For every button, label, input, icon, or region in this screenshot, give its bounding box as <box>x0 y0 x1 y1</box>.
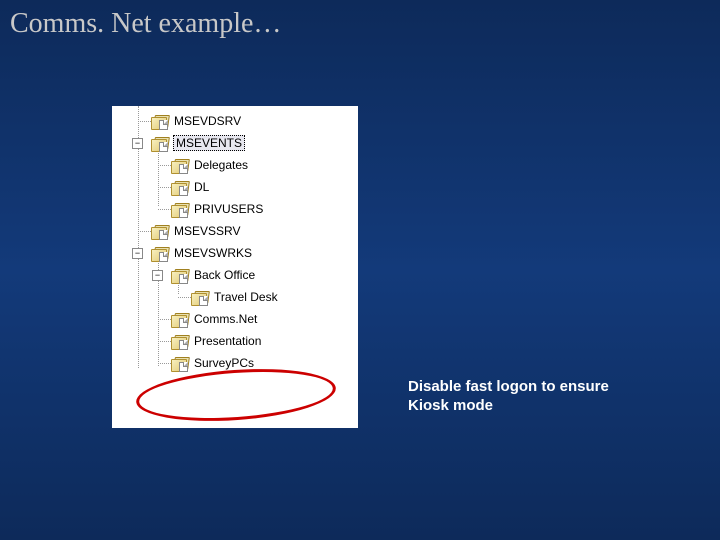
node-label: Presentation <box>193 334 262 348</box>
folder-icon <box>171 312 189 327</box>
tree-node-back-office[interactable]: − Back Office <box>112 264 358 286</box>
tree-panel: MSEVDSRV − MSEVENTS Delegates DL P <box>112 106 358 428</box>
tree-node-msevswrks[interactable]: − MSEVSWRKS <box>112 242 358 264</box>
tree-node-msevdsrv[interactable]: MSEVDSRV <box>112 110 358 132</box>
tree-node-delegates[interactable]: Delegates <box>112 154 358 176</box>
node-label: MSEVSSRV <box>173 224 241 238</box>
folder-icon <box>151 114 169 129</box>
folder-icon <box>171 180 189 195</box>
folder-icon <box>151 246 169 261</box>
tree-node-privusers[interactable]: PRIVUSERS <box>112 198 358 220</box>
tree-node-surveypcs[interactable]: SurveyPCs <box>112 352 358 374</box>
tree-node-presentation[interactable]: Presentation <box>112 330 358 352</box>
folder-icon <box>171 334 189 349</box>
node-label: Travel Desk <box>213 290 279 304</box>
node-label: Back Office <box>193 268 256 282</box>
tree-node-msevents[interactable]: − MSEVENTS <box>112 132 358 154</box>
node-label: MSEVSWRKS <box>173 246 253 260</box>
node-label: DL <box>193 180 210 194</box>
folder-icon <box>171 268 189 283</box>
tree-node-travel-desk[interactable]: Travel Desk <box>112 286 358 308</box>
tree-node-dl[interactable]: DL <box>112 176 358 198</box>
node-label: MSEVDSRV <box>173 114 242 128</box>
collapse-button[interactable]: − <box>132 138 143 149</box>
node-label: MSEVENTS <box>173 135 245 151</box>
folder-icon <box>171 202 189 217</box>
tree-node-msevssrv[interactable]: MSEVSSRV <box>112 220 358 242</box>
folder-icon <box>191 290 209 305</box>
tree-node-comms-net[interactable]: Comms.Net <box>112 308 358 330</box>
folder-icon <box>171 158 189 173</box>
collapse-button[interactable]: − <box>152 270 163 281</box>
annotation-text: Disable fast logon to ensure Kiosk mode <box>408 378 638 416</box>
collapse-button[interactable]: − <box>132 248 143 259</box>
folder-icon <box>151 136 169 151</box>
node-label: Delegates <box>193 158 249 172</box>
folder-icon <box>171 356 189 371</box>
node-label: Comms.Net <box>193 312 258 326</box>
node-label: PRIVUSERS <box>193 202 264 216</box>
slide-title: Comms. Net example… <box>10 8 281 40</box>
folder-icon <box>151 224 169 239</box>
folder-tree[interactable]: MSEVDSRV − MSEVENTS Delegates DL P <box>112 106 358 374</box>
node-label: SurveyPCs <box>193 356 255 370</box>
